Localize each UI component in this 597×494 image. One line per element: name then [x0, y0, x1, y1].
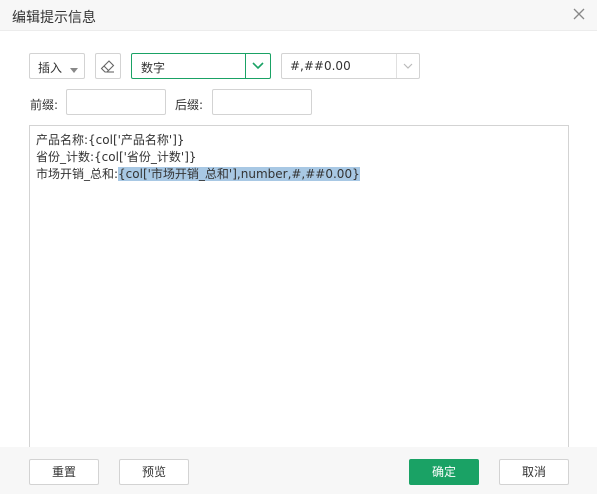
suffix-input[interactable]: [212, 89, 312, 115]
insert-dropdown-label: 插入: [38, 61, 63, 75]
cancel-button[interactable]: 取消: [499, 459, 569, 485]
edit-tooltip-dialog: 编辑提示信息 插入 数字 #,##0.00 前缀: 后缀: 产品名称:{col[…: [0, 0, 597, 494]
number-format-value: #,##0.00: [290, 59, 351, 73]
number-format-dropdown[interactable]: #,##0.00: [281, 53, 420, 79]
dialog-title: 编辑提示信息: [12, 10, 96, 26]
editor-line: 省份_计数:{col['省份_计数']}: [36, 150, 197, 164]
data-type-dropdown-toggle[interactable]: [245, 54, 270, 78]
chevron-down-icon: [70, 63, 78, 77]
ok-button[interactable]: 确定: [409, 459, 479, 485]
insert-dropdown[interactable]: 插入: [29, 53, 85, 79]
prefix-label: 前缀:: [30, 98, 59, 112]
preview-button[interactable]: 预览: [119, 459, 189, 485]
suffix-label: 后缀:: [175, 98, 204, 112]
close-icon[interactable]: [571, 6, 587, 22]
reset-button[interactable]: 重置: [29, 459, 99, 485]
tooltip-editor[interactable]: 产品名称:{col['产品名称']} 省份_计数:{col['省份_计数']} …: [29, 125, 569, 455]
editor-line: 市场开销_总和:{col['市场开销_总和'],number,#,##0.00}: [36, 166, 360, 183]
prefix-input[interactable]: [66, 89, 166, 115]
data-type-dropdown[interactable]: 数字: [131, 53, 271, 79]
editor-text: 市场开销_总和:: [36, 167, 119, 181]
chevron-down-icon: [252, 62, 264, 70]
editor-line: 产品名称:{col['产品名称']}: [36, 133, 185, 147]
dialog-titlebar: 编辑提示信息: [0, 0, 597, 31]
clear-format-button[interactable]: [95, 53, 121, 79]
selected-text: {col['市场开销_总和'],number,#,##0.00}: [118, 167, 360, 181]
eraser-icon: [100, 60, 115, 73]
editor-content: 产品名称:{col['产品名称']} 省份_计数:{col['省份_计数']} …: [36, 132, 360, 183]
chevron-down-icon: [403, 63, 413, 69]
number-format-dropdown-toggle[interactable]: [396, 54, 419, 78]
data-type-value: 数字: [141, 61, 166, 75]
